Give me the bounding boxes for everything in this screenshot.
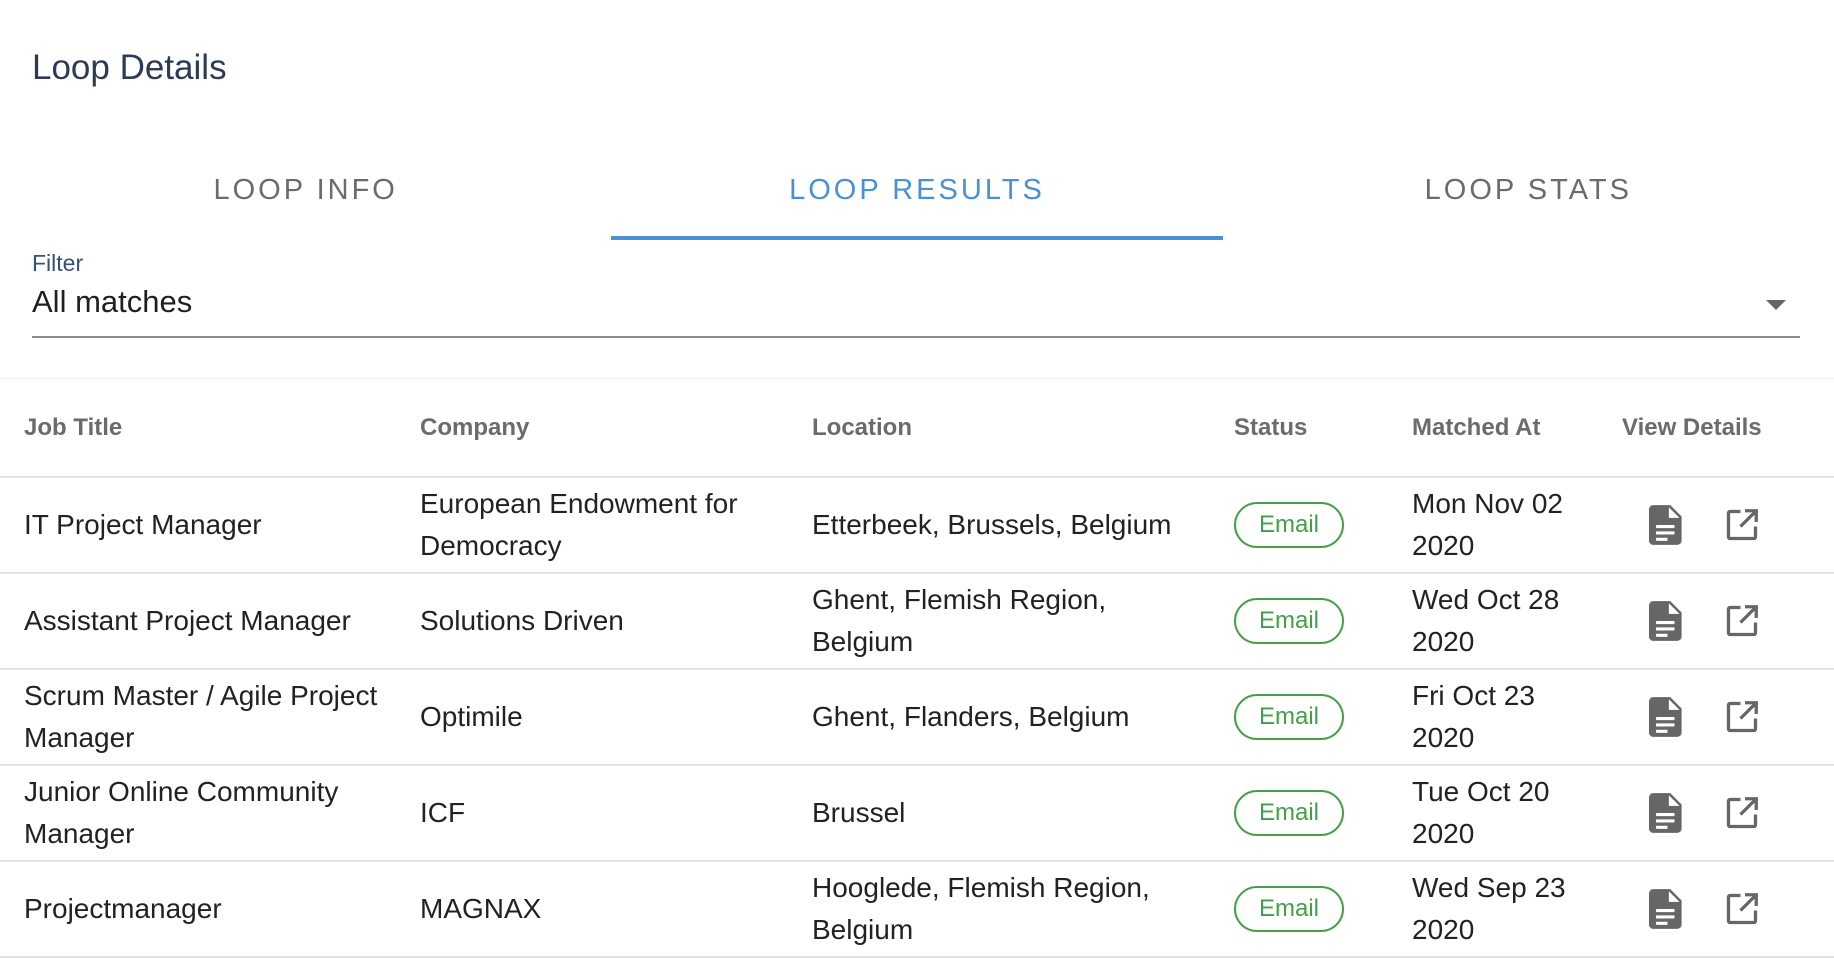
job-title-cell: Projectmanager xyxy=(24,893,222,924)
open-in-new-icon[interactable] xyxy=(1722,887,1762,931)
table-header-row: Job Title Company Location Status Matche… xyxy=(0,379,1834,478)
document-icon[interactable] xyxy=(1646,599,1686,643)
company-cell: Solutions Driven xyxy=(420,605,624,636)
status-badge: Email xyxy=(1234,886,1344,932)
document-icon[interactable] xyxy=(1646,887,1686,931)
matched-at-cell: Wed Sep 23 2020 xyxy=(1412,872,1566,945)
status-badge: Email xyxy=(1234,790,1344,836)
open-in-new-icon[interactable] xyxy=(1722,599,1762,643)
location-cell: Ghent, Flanders, Belgium xyxy=(812,701,1130,732)
location-cell: Hooglede, Flemish Region, Belgium xyxy=(812,872,1150,945)
open-in-new-icon[interactable] xyxy=(1722,791,1762,835)
header-status[interactable]: Status xyxy=(1234,379,1412,478)
table-row: Projectmanager MAGNAX Hooglede, Flemish Re… xyxy=(0,861,1834,958)
company-cell: European Endowment for Democracy xyxy=(420,488,738,561)
chevron-down-icon xyxy=(1766,300,1786,310)
company-cell: ICF xyxy=(420,797,466,828)
matched-at-cell: Mon Nov 02 2020 xyxy=(1412,488,1563,561)
table-row: Assistant Project Manager Solutions Drive… xyxy=(0,573,1834,670)
location-cell: Ghent, Flemish Region, Belgium xyxy=(812,584,1107,657)
document-icon[interactable] xyxy=(1646,791,1686,835)
open-in-new-icon[interactable] xyxy=(1722,503,1762,547)
page-title: Loop Details xyxy=(32,48,227,87)
tab-loop-results[interactable]: LOOP RESULTS xyxy=(611,152,1223,240)
filter-select[interactable]: All matches xyxy=(32,278,1800,338)
header-company[interactable]: Company xyxy=(420,379,812,478)
tab-loop-stats[interactable]: LOOP STATS xyxy=(1223,152,1834,240)
results-table: Job Title Company Location Status Matche… xyxy=(0,379,1834,958)
header-job-title[interactable]: Job Title xyxy=(0,379,420,478)
status-badge: Email xyxy=(1234,502,1344,548)
document-icon[interactable] xyxy=(1646,503,1686,547)
job-title-cell: Junior Online Community Manager xyxy=(24,776,339,849)
company-cell: Optimile xyxy=(420,701,523,732)
document-icon[interactable] xyxy=(1646,695,1686,739)
matched-at-cell: Tue Oct 20 2020 xyxy=(1412,776,1550,849)
tab-bar: LOOP INFO LOOP RESULTS LOOP STATS xyxy=(0,152,1834,240)
status-badge: Email xyxy=(1234,694,1344,740)
job-title-cell: Assistant Project Manager xyxy=(24,605,351,636)
job-title-cell: IT Project Manager xyxy=(24,509,262,540)
location-cell: Brussel xyxy=(812,797,906,828)
header-matched-at[interactable]: Matched At xyxy=(1412,379,1622,478)
table-row: IT Project Manager European Endowment for… xyxy=(0,477,1834,574)
filter-selected-value: All matches xyxy=(32,284,193,319)
matched-at-cell: Wed Oct 28 2020 xyxy=(1412,584,1560,657)
status-badge: Email xyxy=(1234,598,1344,644)
table-row: Junior Online Community Manager ICF Brusse… xyxy=(0,765,1834,862)
table-row: Scrum Master / Agile Project Manager Opti… xyxy=(0,669,1834,766)
header-location[interactable]: Location xyxy=(812,379,1234,478)
job-title-cell: Scrum Master / Agile Project Manager xyxy=(24,680,378,753)
matched-at-cell: Fri Oct 23 2020 xyxy=(1412,680,1535,753)
results-table-container: Job Title Company Location Status Matche… xyxy=(0,378,1834,958)
filter-label: Filter xyxy=(32,250,84,276)
location-cell: Etterbeek, Brussels, Belgium xyxy=(812,509,1172,540)
tab-loop-info[interactable]: LOOP INFO xyxy=(0,152,611,240)
open-in-new-icon[interactable] xyxy=(1722,695,1762,739)
table-body: IT Project Manager European Endowment for… xyxy=(0,477,1834,958)
company-cell: MAGNAX xyxy=(420,893,542,924)
header-view-details: View Details xyxy=(1622,379,1834,478)
